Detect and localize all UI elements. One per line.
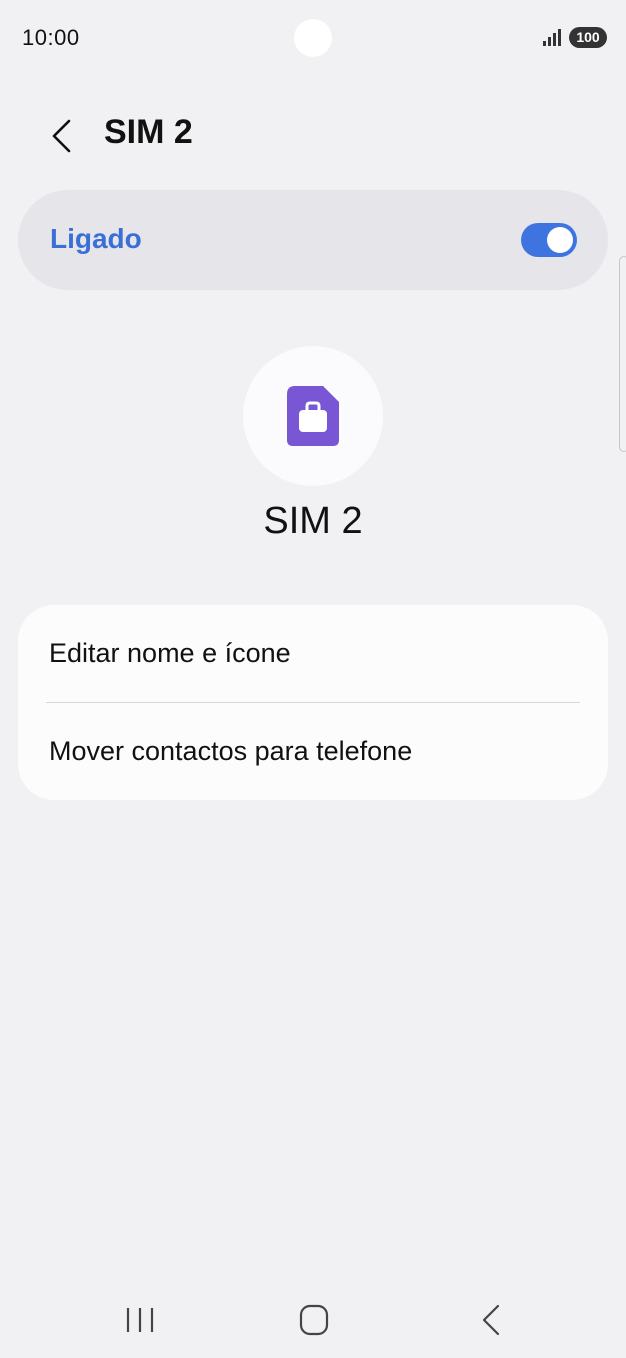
scroll-indicator[interactable] — [619, 256, 626, 452]
recent-apps-button[interactable] — [118, 1300, 162, 1340]
sim-icon-container — [243, 346, 383, 486]
signal-icon — [543, 29, 561, 46]
master-switch-toggle[interactable] — [521, 223, 577, 257]
home-icon — [299, 1304, 329, 1336]
options-card: Editar nome e ícone Mover contactos para… — [18, 605, 608, 800]
sim-name: SIM 2 — [263, 500, 363, 542]
sim-card-briefcase-icon — [287, 386, 339, 446]
option-label: Editar nome e ícone — [49, 638, 291, 668]
master-switch-bar[interactable]: Ligado — [18, 190, 608, 290]
navigation-bar — [0, 1280, 626, 1358]
status-bar: 10:00 100 — [0, 0, 626, 76]
master-switch-label: Ligado — [50, 223, 142, 254]
recent-apps-icon — [126, 1308, 154, 1332]
move-contacts-item[interactable]: Mover contactos para telefone — [18, 703, 608, 800]
option-label: Mover contactos para telefone — [49, 736, 413, 766]
nav-back-button[interactable] — [468, 1300, 512, 1340]
chevron-left-icon — [52, 119, 71, 153]
app-header: SIM 2 — [0, 100, 626, 172]
battery-icon: 100 — [569, 27, 607, 48]
edit-name-icon-item[interactable]: Editar nome e ícone — [18, 605, 608, 702]
status-time: 10:00 — [22, 25, 80, 50]
home-button[interactable] — [292, 1300, 336, 1340]
camera-cutout — [294, 19, 332, 57]
back-button[interactable] — [38, 112, 86, 160]
back-icon — [482, 1304, 500, 1336]
toggle-knob — [547, 227, 573, 253]
page-title: SIM 2 — [104, 113, 193, 151]
battery-level: 100 — [576, 29, 600, 45]
